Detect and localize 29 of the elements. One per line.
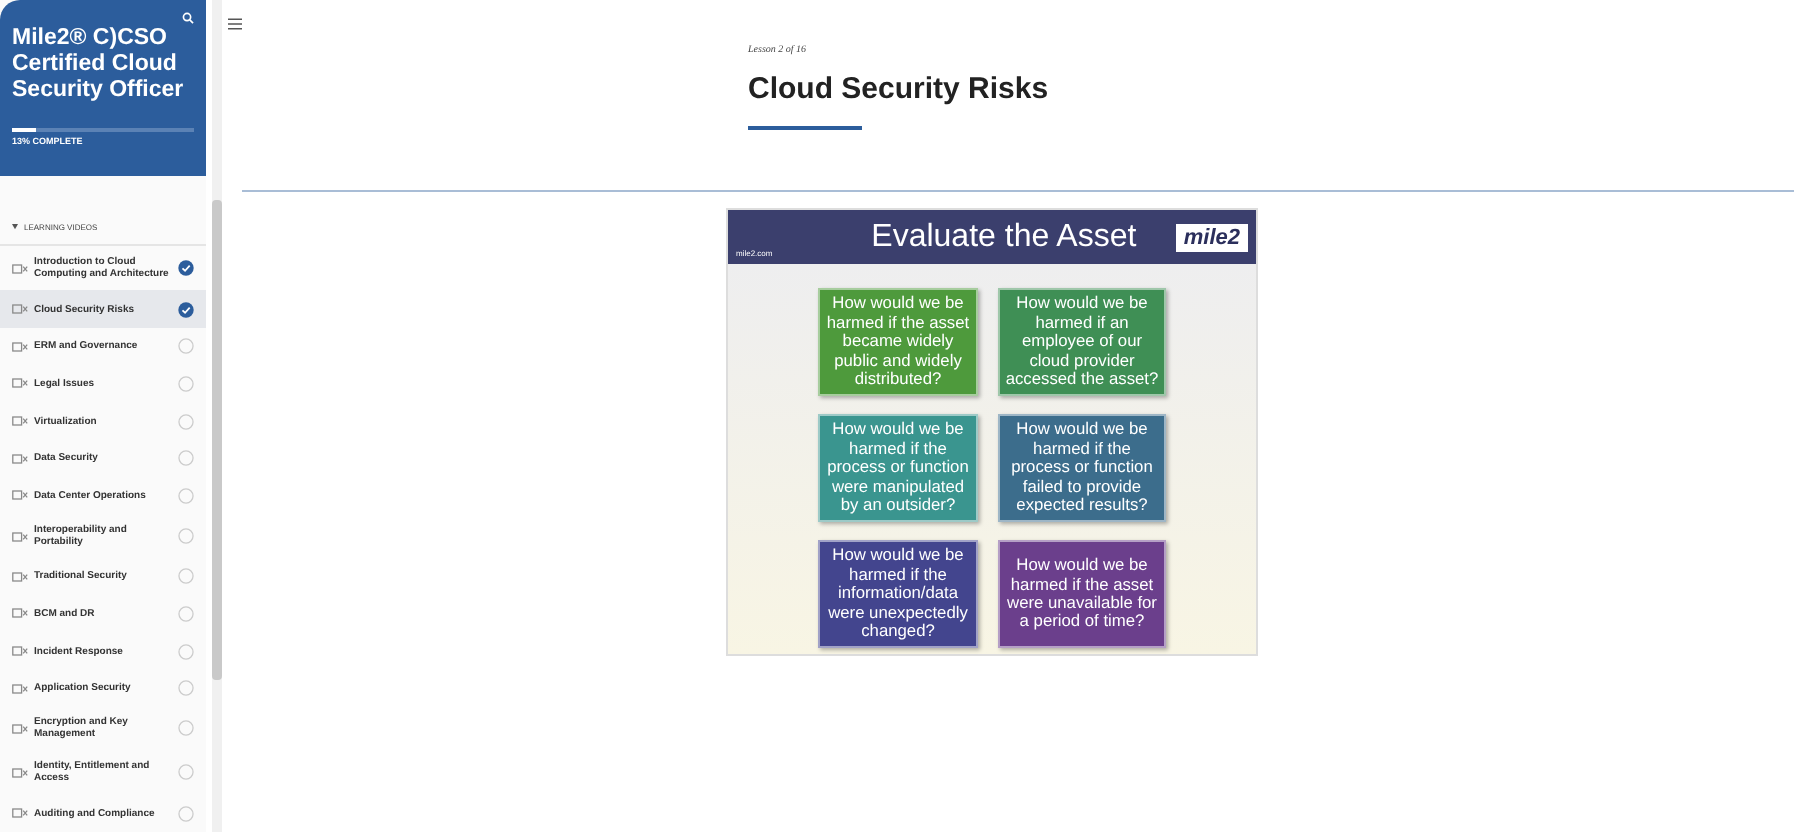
video-icon xyxy=(12,490,28,501)
video-icon xyxy=(12,378,28,389)
menu-icon[interactable] xyxy=(227,18,242,30)
video-icon xyxy=(12,767,28,778)
question-box: How would we be harmed if the process or function failed to provide expected results? xyxy=(998,414,1166,522)
video-icon xyxy=(12,646,28,657)
video-icon xyxy=(12,608,28,619)
logo: mile2 xyxy=(1175,223,1248,251)
video-icon xyxy=(12,453,28,464)
question-box: How would we be harmed if the information/data were unexpectedly changed? xyxy=(818,540,978,648)
video-icon xyxy=(12,304,28,315)
video-icon xyxy=(12,341,28,352)
search-icon[interactable] xyxy=(181,12,194,24)
question-box: How would we be harmed if the asset became widely public and widely distributed? xyxy=(818,288,978,396)
video-icon xyxy=(12,723,28,734)
course-title: Mile2® C)CSO Certified Cloud Security Officer xyxy=(12,26,186,104)
scrollbar[interactable] xyxy=(211,0,222,832)
question-box: How would we be harmed if the asset were unavailable for a period of time? xyxy=(998,540,1166,648)
question-box: How would we be harmed if the process or function were manipulated by an outsider? xyxy=(818,414,978,522)
video-icon xyxy=(12,808,28,819)
video-icon xyxy=(12,571,28,582)
lesson-title: Cloud Security Risks xyxy=(748,72,1051,106)
video-icon xyxy=(12,683,28,694)
slide-title: Evaluate the Asset xyxy=(869,219,1139,255)
video-icon xyxy=(12,531,28,542)
video-icon xyxy=(12,416,28,427)
question-box: How would we be harmed if an employee of our cloud provider accessed the asset? xyxy=(998,288,1166,396)
video-icon xyxy=(12,263,28,274)
caret-icon[interactable] xyxy=(12,224,18,231)
